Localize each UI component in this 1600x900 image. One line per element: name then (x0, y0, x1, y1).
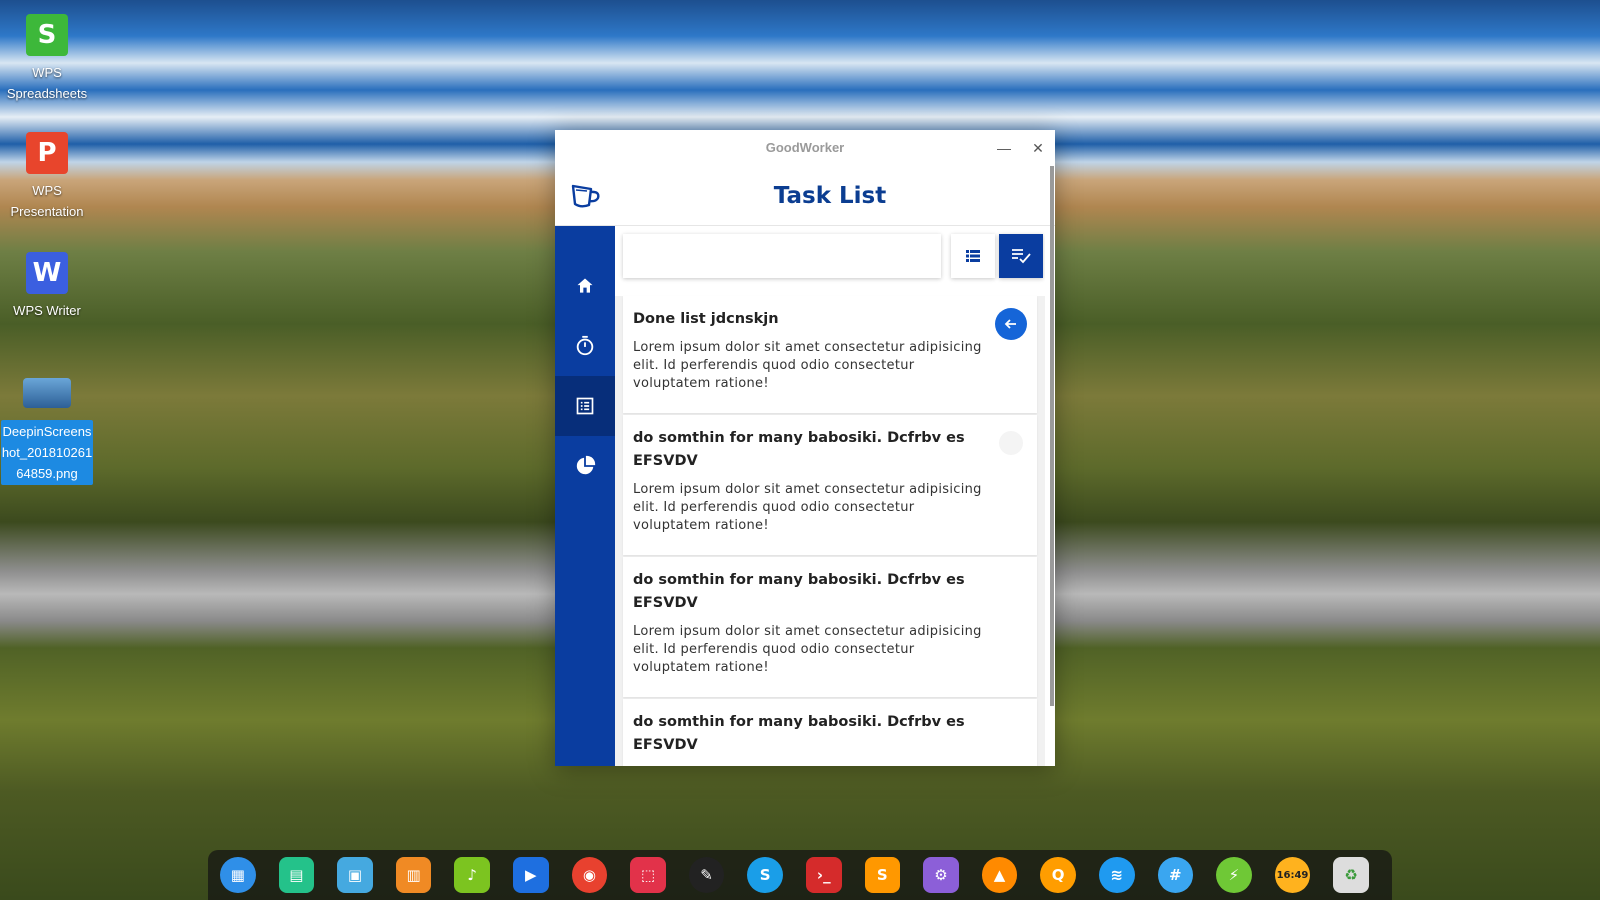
dock: ▦ ▤ ▣ ▥ ♪ ▶ ◉ ⬚ ✎ S ›_ S ⚙ ▲ Q ≋ # ⚡ 16:… (208, 850, 1392, 900)
sidebar-item-timer[interactable] (555, 316, 615, 376)
task-action-button[interactable] (999, 431, 1023, 455)
minimize-button[interactable]: — (987, 130, 1021, 166)
scrollbar[interactable] (1050, 166, 1054, 706)
power-icon[interactable]: ⚡ (1216, 857, 1252, 893)
browser-icon[interactable]: Q (1040, 857, 1076, 893)
chrome-icon[interactable]: ◉ (571, 857, 608, 893)
clock-icon[interactable]: 16:49 (1274, 857, 1311, 893)
timer-icon (576, 335, 594, 356)
sidebar-item-home[interactable] (555, 256, 615, 316)
cup-icon (571, 184, 600, 208)
presentation-icon: P (26, 132, 68, 174)
wifi-icon[interactable]: ≋ (1098, 857, 1135, 893)
task-card[interactable]: Done list jdcnskjn Lorem ipsum dolor sit… (623, 296, 1037, 413)
page-title: Task List (773, 183, 887, 209)
window-titlebar[interactable]: GoodWorker — ✕ (555, 130, 1055, 166)
restore-task-button[interactable] (995, 308, 1027, 340)
task-card[interactable]: do somthin for many babosiki. Dcfrbv es … (623, 415, 1037, 555)
pie-chart-icon (576, 455, 596, 475)
desktop-icon-label: WPS Spreadsheets (6, 65, 88, 101)
desktop-icon-label: DeepinScreenshot_20181026164859.png (1, 420, 93, 485)
color-picker-icon[interactable]: ✎ (688, 857, 725, 893)
desktop-icon-label: WPS Writer (13, 303, 81, 318)
goodworker-window: GoodWorker — ✕ Task List Done list jdcns… (555, 130, 1055, 766)
terminal-icon[interactable]: ›_ (805, 857, 842, 893)
file-manager-icon[interactable]: ▣ (337, 857, 373, 893)
task-card[interactable]: do somthin for many babosiki. Dcfrbv es … (623, 557, 1037, 697)
task-description: Lorem ipsum dolor sit amet consectetur a… (633, 340, 982, 391)
task-title: do somthin for many babosiki. Dcfrbv es … (633, 430, 965, 469)
arrow-left-icon (1004, 319, 1016, 329)
app-store-icon[interactable]: ▥ (395, 857, 432, 893)
desktop-icon-screenshot-file[interactable]: DeepinScreenshot_20181026164859.png (1, 372, 93, 485)
home-icon (577, 278, 593, 293)
launcher-icon[interactable]: ▦ (220, 857, 256, 893)
task-list: Done list jdcnskjn Lorem ipsum dolor sit… (623, 296, 1037, 766)
close-button[interactable]: ✕ (1021, 130, 1055, 166)
sidebar-item-statistics[interactable] (555, 436, 615, 496)
spreadsheet-icon: S (26, 14, 68, 56)
app-header: Task List (555, 166, 1055, 226)
vlc-icon[interactable]: ▲ (981, 857, 1018, 893)
task-card[interactable]: do somthin for many babosiki. Dcfrbv es … (623, 699, 1037, 766)
multitasking-icon[interactable]: ▤ (278, 857, 315, 893)
task-title: do somthin for many babosiki. Dcfrbv es … (633, 572, 965, 611)
music-icon[interactable]: ♪ (454, 857, 490, 893)
toolbar (615, 226, 1045, 296)
sublime-icon[interactable]: S (864, 857, 901, 893)
desktop-icon-wps-spreadsheets[interactable]: S WPS Spreadsheets (1, 14, 93, 104)
sidebar-item-task-list[interactable] (555, 376, 615, 436)
screenshot-icon[interactable]: ⬚ (630, 857, 666, 893)
search-input[interactable] (623, 234, 941, 278)
desktop-icon-label: WPS Presentation (10, 183, 84, 219)
task-description: Lorem ipsum dolor sit amet consectetur a… (633, 624, 982, 675)
main-content: Done list jdcnskjn Lorem ipsum dolor sit… (615, 226, 1045, 766)
window-title: GoodWorker (765, 140, 845, 155)
done-list-icon (1012, 249, 1031, 264)
list-view-icon (966, 250, 980, 262)
settings-app-icon[interactable]: ⚙ (923, 857, 959, 893)
task-title: do somthin for many babosiki. Dcfrbv es … (633, 714, 965, 753)
trash-icon[interactable]: ♻ (1333, 857, 1369, 893)
list-icon (576, 397, 594, 415)
writer-icon: W (26, 252, 68, 294)
desktop-icon-wps-presentation[interactable]: P WPS Presentation (1, 132, 93, 222)
sidebar (555, 226, 615, 766)
task-title: Done list jdcnskjn (633, 311, 779, 327)
control-center-icon[interactable]: # (1157, 857, 1194, 893)
desktop-icon-wps-writer[interactable]: W WPS Writer (1, 252, 93, 321)
image-file-icon (23, 378, 71, 408)
list-view-button[interactable] (951, 234, 995, 278)
done-list-button[interactable] (999, 234, 1043, 278)
movie-icon[interactable]: ▶ (512, 857, 549, 893)
task-description: Lorem ipsum dolor sit amet consectetur a… (633, 482, 982, 533)
skype-icon[interactable]: S (747, 857, 783, 893)
